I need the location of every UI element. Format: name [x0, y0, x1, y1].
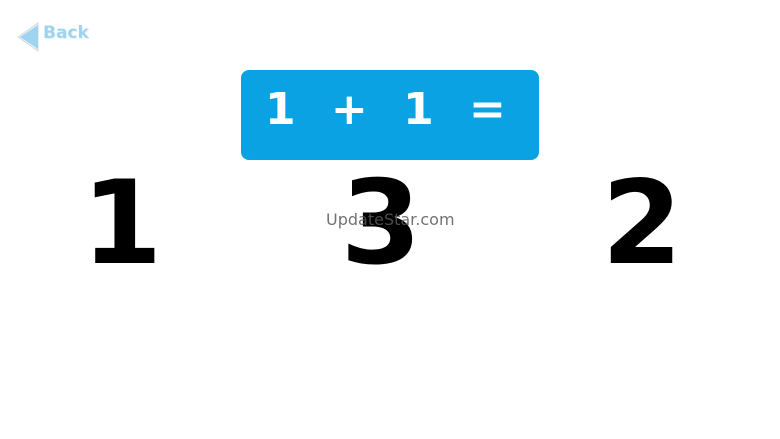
question-text: 1 + 1 =	[265, 84, 516, 135]
back-button[interactable]: Back	[16, 20, 90, 54]
answer-option-1[interactable]: 1	[62, 164, 182, 284]
answer-option-3[interactable]: 3	[321, 164, 441, 284]
back-label: Back	[43, 23, 89, 43]
question-box: 1 + 1 =	[241, 70, 539, 160]
back-arrow-icon	[17, 22, 39, 52]
game-screen: Back 1 + 1 = 1 3 2 UpdateStar.com	[0, 0, 780, 439]
answer-option-2[interactable]: 2	[582, 164, 702, 284]
